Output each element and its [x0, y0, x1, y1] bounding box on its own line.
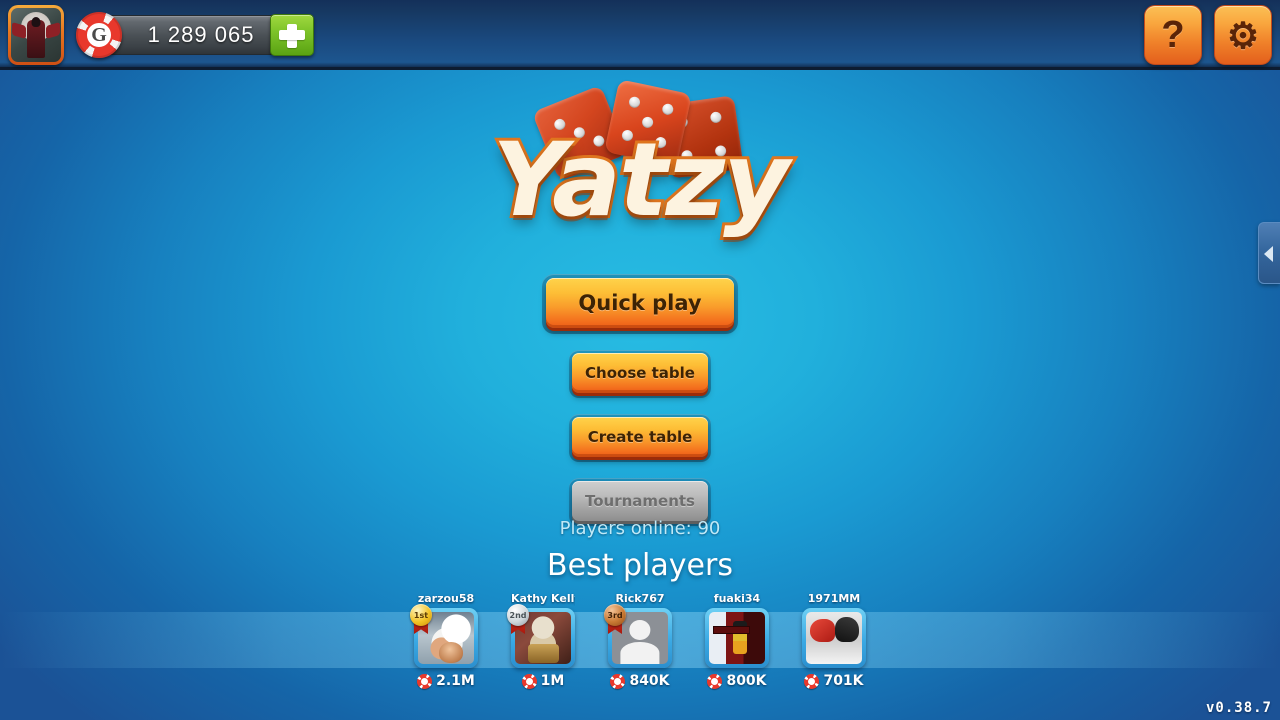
best-players-list: zarzou581st2.1MKathy Kelly Mee...2nd1MRi… [0, 592, 1280, 696]
player-avatar-icon [11, 8, 61, 62]
chevron-left-icon [1264, 246, 1273, 262]
version-label: v0.38.7 [1205, 700, 1272, 716]
red-poker-chip-icon [707, 673, 723, 689]
settings-button[interactable]: ⚙ [1214, 5, 1272, 65]
best-player-item[interactable]: Rick767 3rd 840K [604, 592, 672, 689]
best-player-avatar-frame[interactable]: 3rd [604, 604, 672, 668]
red-poker-chip-icon [417, 673, 433, 689]
top-bar: G 1 289 065 ? ⚙ [0, 0, 1280, 70]
best-player-avatar-frame[interactable]: 1st [410, 604, 478, 668]
create-table-button[interactable]: Create table [572, 417, 708, 457]
gear-icon: ⚙ [1226, 15, 1260, 56]
best-player-score: 1M [511, 673, 575, 689]
best-player-avatar-frame[interactable] [802, 608, 866, 668]
best-player-name: fuaki34 [713, 592, 761, 605]
best-player-score-value: 840K [629, 673, 670, 689]
rank-medal-label: 2nd [507, 604, 529, 626]
best-player-score-value: 2.1M [436, 673, 475, 689]
tournaments-button[interactable]: Tournaments [572, 481, 708, 521]
best-player-item[interactable]: 1971MM 701K [802, 592, 866, 689]
currency-bar: G 1 289 065 [76, 12, 314, 58]
best-player-item[interactable]: fuaki34 800K [705, 592, 769, 689]
best-player-avatar-frame[interactable]: 2nd [507, 604, 575, 668]
profile-avatar-button[interactable] [8, 5, 64, 65]
question-mark-icon: ? [1161, 14, 1185, 56]
rank-medal-gold: 1st [409, 604, 433, 634]
rank-medal-bronze: 3rd [603, 604, 627, 634]
rank-medal-label: 1st [410, 604, 432, 626]
best-player-score-value: 800K [726, 673, 767, 689]
red-poker-chip-icon [804, 673, 820, 689]
best-player-score-value: 701K [823, 673, 864, 689]
anime-character-avatar [709, 612, 765, 664]
best-player-item[interactable]: Kathy Kelly Mee...2nd1M [507, 592, 575, 689]
best-player-score: 800K [705, 673, 769, 689]
best-player-score-value: 1M [540, 673, 565, 689]
best-player-name: 1971MM [807, 592, 861, 605]
logo-text: Yatzy [489, 121, 792, 240]
best-player-score: 701K [802, 673, 866, 689]
photo-avatar [806, 612, 862, 664]
help-button[interactable]: ? [1144, 5, 1202, 65]
red-poker-chip-icon [610, 673, 626, 689]
create-table-socket: Create table [569, 414, 711, 462]
quick-play-button[interactable]: Quick play [546, 278, 734, 328]
rank-medal-label: 3rd [604, 604, 626, 626]
main-menu: Quick play Choose table Create table Tou… [0, 274, 1280, 526]
choose-table-button[interactable]: Choose table [572, 353, 708, 393]
add-coins-button[interactable] [270, 14, 314, 56]
best-player-score: 840K [608, 673, 672, 689]
choose-table-socket: Choose table [569, 350, 711, 398]
best-player-item[interactable]: zarzou58 1st 2.1M [410, 592, 478, 689]
best-player-score: 2.1M [414, 673, 478, 689]
chip-letter: G [91, 24, 107, 46]
quick-play-socket: Quick play [542, 274, 738, 334]
best-player-avatar-frame[interactable] [705, 608, 769, 668]
red-poker-chip-icon [521, 673, 537, 689]
best-players-title: Best players [547, 548, 733, 583]
rank-medal-silver: 2nd [506, 604, 530, 634]
side-panel-toggle[interactable] [1258, 222, 1280, 284]
coin-amount: 1 289 065 [147, 22, 255, 47]
game-logo: Yatzy [0, 79, 1280, 242]
players-online-label: Players online: 90 [559, 518, 721, 539]
